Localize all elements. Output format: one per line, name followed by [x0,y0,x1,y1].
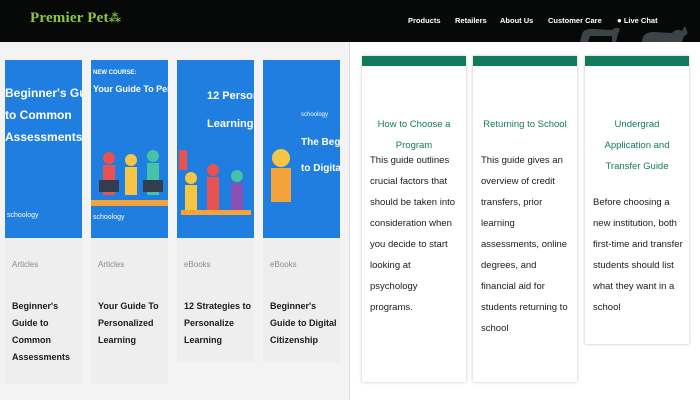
guide-description: Before choosing a new institution, both … [593,197,683,313]
ebook-cover-2: NEW COURSE: Your Guide To Personalized L… [91,60,168,238]
category-label: eBooks [270,260,297,269]
guide-card-accent [362,56,466,66]
guide-title[interactable]: Undergrad Application and Transfer Guide [593,114,681,177]
ebook-card-1[interactable]: Beginner's Guideto CommonAssessments sch… [5,60,82,384]
dog-cat-silhouette-icon [580,26,688,42]
ebook-meta-4: eBooks Beginner's Guide to Digital Citiz… [263,238,340,362]
ebook-meta-1: Articles Beginner's Guide to Common Asse… [5,238,82,384]
cover-title: Beginner's Guideto CommonAssessments [5,86,82,144]
schoology-logo: schoology [7,212,39,219]
student-illustration-icon [271,149,291,202]
ebook-cover-1: Beginner's Guideto CommonAssessments sch… [5,60,82,238]
paw-icon: ⁂ [108,11,122,25]
guide-card-accent [585,56,689,66]
ebook-cover-3: 12 PersonalizLearning Stra [177,60,254,238]
guide-card-accent [473,56,577,66]
nav-retailers[interactable]: Retailers [455,16,487,25]
logo-text: Premier Pet [30,10,109,26]
ebook-title: Beginner's Guide to Common Assessments [12,301,71,362]
guide-description: This guide gives an overview of credit t… [481,155,568,334]
category-label: Articles [12,260,39,269]
guide-card-2[interactable]: Returning to School This guide gives an … [473,56,577,382]
ebook-meta-2: Articles Your Guide To Personalized Lear… [91,238,168,384]
category-label: eBooks [184,260,211,269]
ebook-card-3[interactable]: 12 PersonalizLearning Stra eBooks 12 Str… [177,60,254,362]
ebook-card-2[interactable]: NEW COURSE: Your Guide To Personalized L… [91,60,168,384]
cover-title: The Beginner'sto Digital Citiz [301,137,340,174]
ebook-cover-4: schoology The Beginner'sto Digital Citiz [263,60,340,238]
ebook-card-4[interactable]: schoology The Beginner'sto Digital Citiz… [263,60,340,362]
cover-title: Your Guide To Personalized L [93,84,168,94]
premier-pet-logo[interactable]: Premier Pet⁂ [30,10,121,27]
schoology-logo: schoology [301,112,329,118]
nav-products[interactable]: Products [408,16,441,25]
ebook-title: Your Guide To Personalized Learning [98,301,159,345]
students-illustration-icon [179,150,251,215]
ebook-title: 12 Strategies to Personalize Learning [184,301,252,345]
category-label: Articles [98,260,125,269]
guide-description: This guide outlines crucial factors that… [370,155,456,313]
ebook-title: Beginner's Guide to Digital Citizenship [270,301,337,345]
guide-card-3[interactable]: Undergrad Application and Transfer Guide… [585,56,689,344]
guide-title[interactable]: Returning to School [481,114,569,135]
ebook-meta-3: eBooks 12 Strategies to Personalize Lear… [177,238,254,362]
nav-about-us[interactable]: About Us [500,16,533,25]
cover-kicker: NEW COURSE: [93,70,137,76]
schoology-logo: schoology [93,214,125,221]
site-header: Premier Pet⁂ Products Retailers About Us… [0,0,700,42]
guide-card-1[interactable]: How to Choose a Program This guide outli… [362,56,466,382]
divider [349,42,350,400]
